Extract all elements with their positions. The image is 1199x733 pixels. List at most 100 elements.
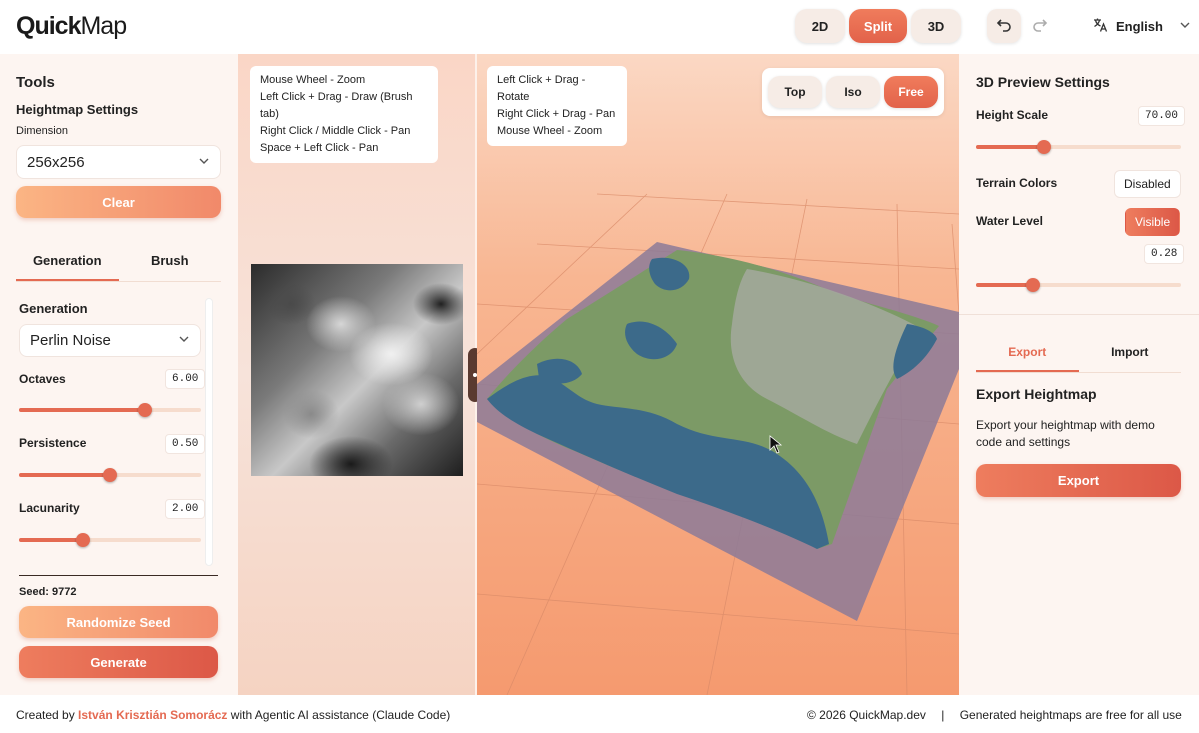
persistence-label: Persistence <box>19 436 87 450</box>
slider-fill <box>19 473 110 477</box>
slider-fill <box>976 145 1044 149</box>
hint-line: Right Click / Middle Click - Pan <box>260 125 411 137</box>
export-button[interactable]: Export <box>976 464 1181 497</box>
heightmap-2d-view[interactable]: Mouse Wheel - Zoom Left Click + Drag - D… <box>238 54 475 695</box>
divider <box>19 575 218 576</box>
divider <box>959 314 1199 315</box>
footer-separator: | <box>941 708 945 722</box>
terrain-colors-label: Terrain Colors <box>976 176 1058 190</box>
slider-thumb[interactable] <box>1026 278 1041 292</box>
water-level-slider[interactable] <box>976 278 1181 292</box>
hint-line: Left Click + Drag - Draw (Brush tab) <box>260 91 413 120</box>
created-by-text: Created by <box>16 708 75 722</box>
view-mode-toggle: 2D Split 3D <box>795 9 961 43</box>
footer-credits: Created by István Krisztián Somorácz wit… <box>16 708 450 722</box>
dimension-label: Dimension <box>16 125 68 137</box>
hint-line: Mouse Wheel - Zoom <box>497 125 603 137</box>
header: QuickMap 2D Split 3D English <box>0 0 1199 54</box>
octaves-label: Octaves <box>19 372 66 386</box>
persistence-slider[interactable] <box>19 468 201 482</box>
clear-button[interactable]: Clear <box>16 186 221 218</box>
tools-panel: Tools Heightmap Settings Dimension 256x2… <box>0 54 238 695</box>
chevron-down-icon <box>178 332 190 349</box>
water-level-toggle[interactable]: Visible <box>1125 208 1181 236</box>
language-label: English <box>1116 19 1163 34</box>
heightmap-settings-title: Heightmap Settings <box>16 102 139 117</box>
language-selector[interactable]: English <box>1092 17 1191 36</box>
params-scrollbar[interactable] <box>205 298 213 566</box>
translate-icon <box>1092 17 1108 36</box>
license-text: Generated heightmaps are free for all us… <box>959 708 1182 722</box>
undo-button[interactable] <box>987 9 1021 43</box>
controls-hint-3d: Left Click + Drag - Rotate Right Click +… <box>487 66 627 146</box>
terrain-3d-view[interactable]: Left Click + Drag - Rotate Right Click +… <box>477 54 959 695</box>
terrain-scene <box>477 193 959 695</box>
slider-fill <box>976 283 1034 287</box>
copyright-text: © 2026 QuickMap.dev <box>807 708 926 722</box>
preview-settings-panel: 3D Preview Settings Height Scale 70.00 T… <box>959 54 1199 695</box>
generation-type-select[interactable]: Perlin Noise <box>19 324 201 357</box>
lacunarity-label: Lacunarity <box>19 501 80 515</box>
view-2d-button[interactable]: 2D <box>795 9 845 43</box>
footer: Created by István Krisztián Somorácz wit… <box>0 695 1199 733</box>
chevron-down-icon <box>198 154 210 171</box>
height-scale-value[interactable]: 70.00 <box>1138 106 1186 126</box>
logo[interactable]: QuickMap <box>16 12 127 41</box>
tools-tabs: Generation Brush <box>16 242 221 282</box>
camera-top-button[interactable]: Top <box>768 76 822 108</box>
generation-type-value: Perlin Noise <box>30 332 111 349</box>
dimension-select[interactable]: 256x256 <box>16 145 221 179</box>
undo-icon <box>996 17 1012 36</box>
hint-line: Left Click + Drag - Rotate <box>497 74 586 103</box>
export-heightmap-title: Export Heightmap <box>976 386 1097 402</box>
camera-free-button[interactable]: Free <box>884 76 938 108</box>
export-import-tabs: Export Import <box>976 334 1181 373</box>
hint-line: Space + Left Click - Pan <box>260 142 379 154</box>
lacunarity-value[interactable]: 2.00 <box>165 499 206 519</box>
slider-fill <box>19 408 145 412</box>
camera-mode-toggle: Top Iso Free <box>762 68 944 116</box>
persistence-value[interactable]: 0.50 <box>165 434 206 454</box>
slider-thumb[interactable] <box>137 403 152 417</box>
water-level-value[interactable]: 0.28 <box>1144 244 1185 264</box>
app: QuickMap 2D Split 3D English Tools Heigh… <box>0 0 1199 733</box>
view-split-button[interactable]: Split <box>849 9 907 43</box>
logo-map: Map <box>80 12 127 40</box>
slider-thumb[interactable] <box>103 468 117 482</box>
preview-settings-title: 3D Preview Settings <box>976 74 1110 90</box>
camera-iso-button[interactable]: Iso <box>826 76 880 108</box>
slider-fill <box>19 538 83 542</box>
tab-brush[interactable]: Brush <box>119 242 222 281</box>
footer-right: © 2026 QuickMap.dev | Generated heightma… <box>807 708 1182 722</box>
chevron-down-icon <box>1179 19 1191 34</box>
tab-export[interactable]: Export <box>976 334 1079 372</box>
height-scale-label: Height Scale <box>976 108 1049 122</box>
octaves-value[interactable]: 6.00 <box>165 369 206 389</box>
author-link[interactable]: István Krisztián Somorácz <box>78 708 227 722</box>
lacunarity-slider[interactable] <box>19 533 201 547</box>
dimension-value: 256x256 <box>27 153 85 171</box>
tab-import[interactable]: Import <box>1079 334 1182 372</box>
water-level-label: Water Level <box>976 214 1043 228</box>
tools-title: Tools <box>16 74 55 91</box>
height-scale-slider[interactable] <box>976 140 1181 154</box>
redo-button[interactable] <box>1023 9 1057 43</box>
redo-icon <box>1032 17 1048 36</box>
slider-thumb[interactable] <box>1036 140 1051 154</box>
generation-label: Generation <box>19 301 88 316</box>
generate-button[interactable]: Generate <box>19 646 218 678</box>
slider-thumb[interactable] <box>75 533 90 547</box>
controls-hint-2d: Mouse Wheel - Zoom Left Click + Drag - D… <box>250 66 438 163</box>
history-controls <box>987 9 1057 43</box>
terrain-colors-toggle[interactable]: Disabled <box>1114 170 1181 198</box>
logo-quick: Quick <box>16 12 81 40</box>
view-3d-button[interactable]: 3D <box>911 9 961 43</box>
randomize-seed-button[interactable]: Randomize Seed <box>19 606 218 638</box>
hint-line: Right Click + Drag - Pan <box>497 108 616 120</box>
assistance-text: with Agentic AI assistance (Claude Code) <box>230 708 451 722</box>
tab-generation[interactable]: Generation <box>16 242 119 281</box>
heightmap-canvas[interactable] <box>251 264 463 476</box>
export-description: Export your heightmap with demo code and… <box>976 418 1155 449</box>
hint-line: Mouse Wheel - Zoom <box>260 74 366 86</box>
octaves-slider[interactable] <box>19 403 201 417</box>
